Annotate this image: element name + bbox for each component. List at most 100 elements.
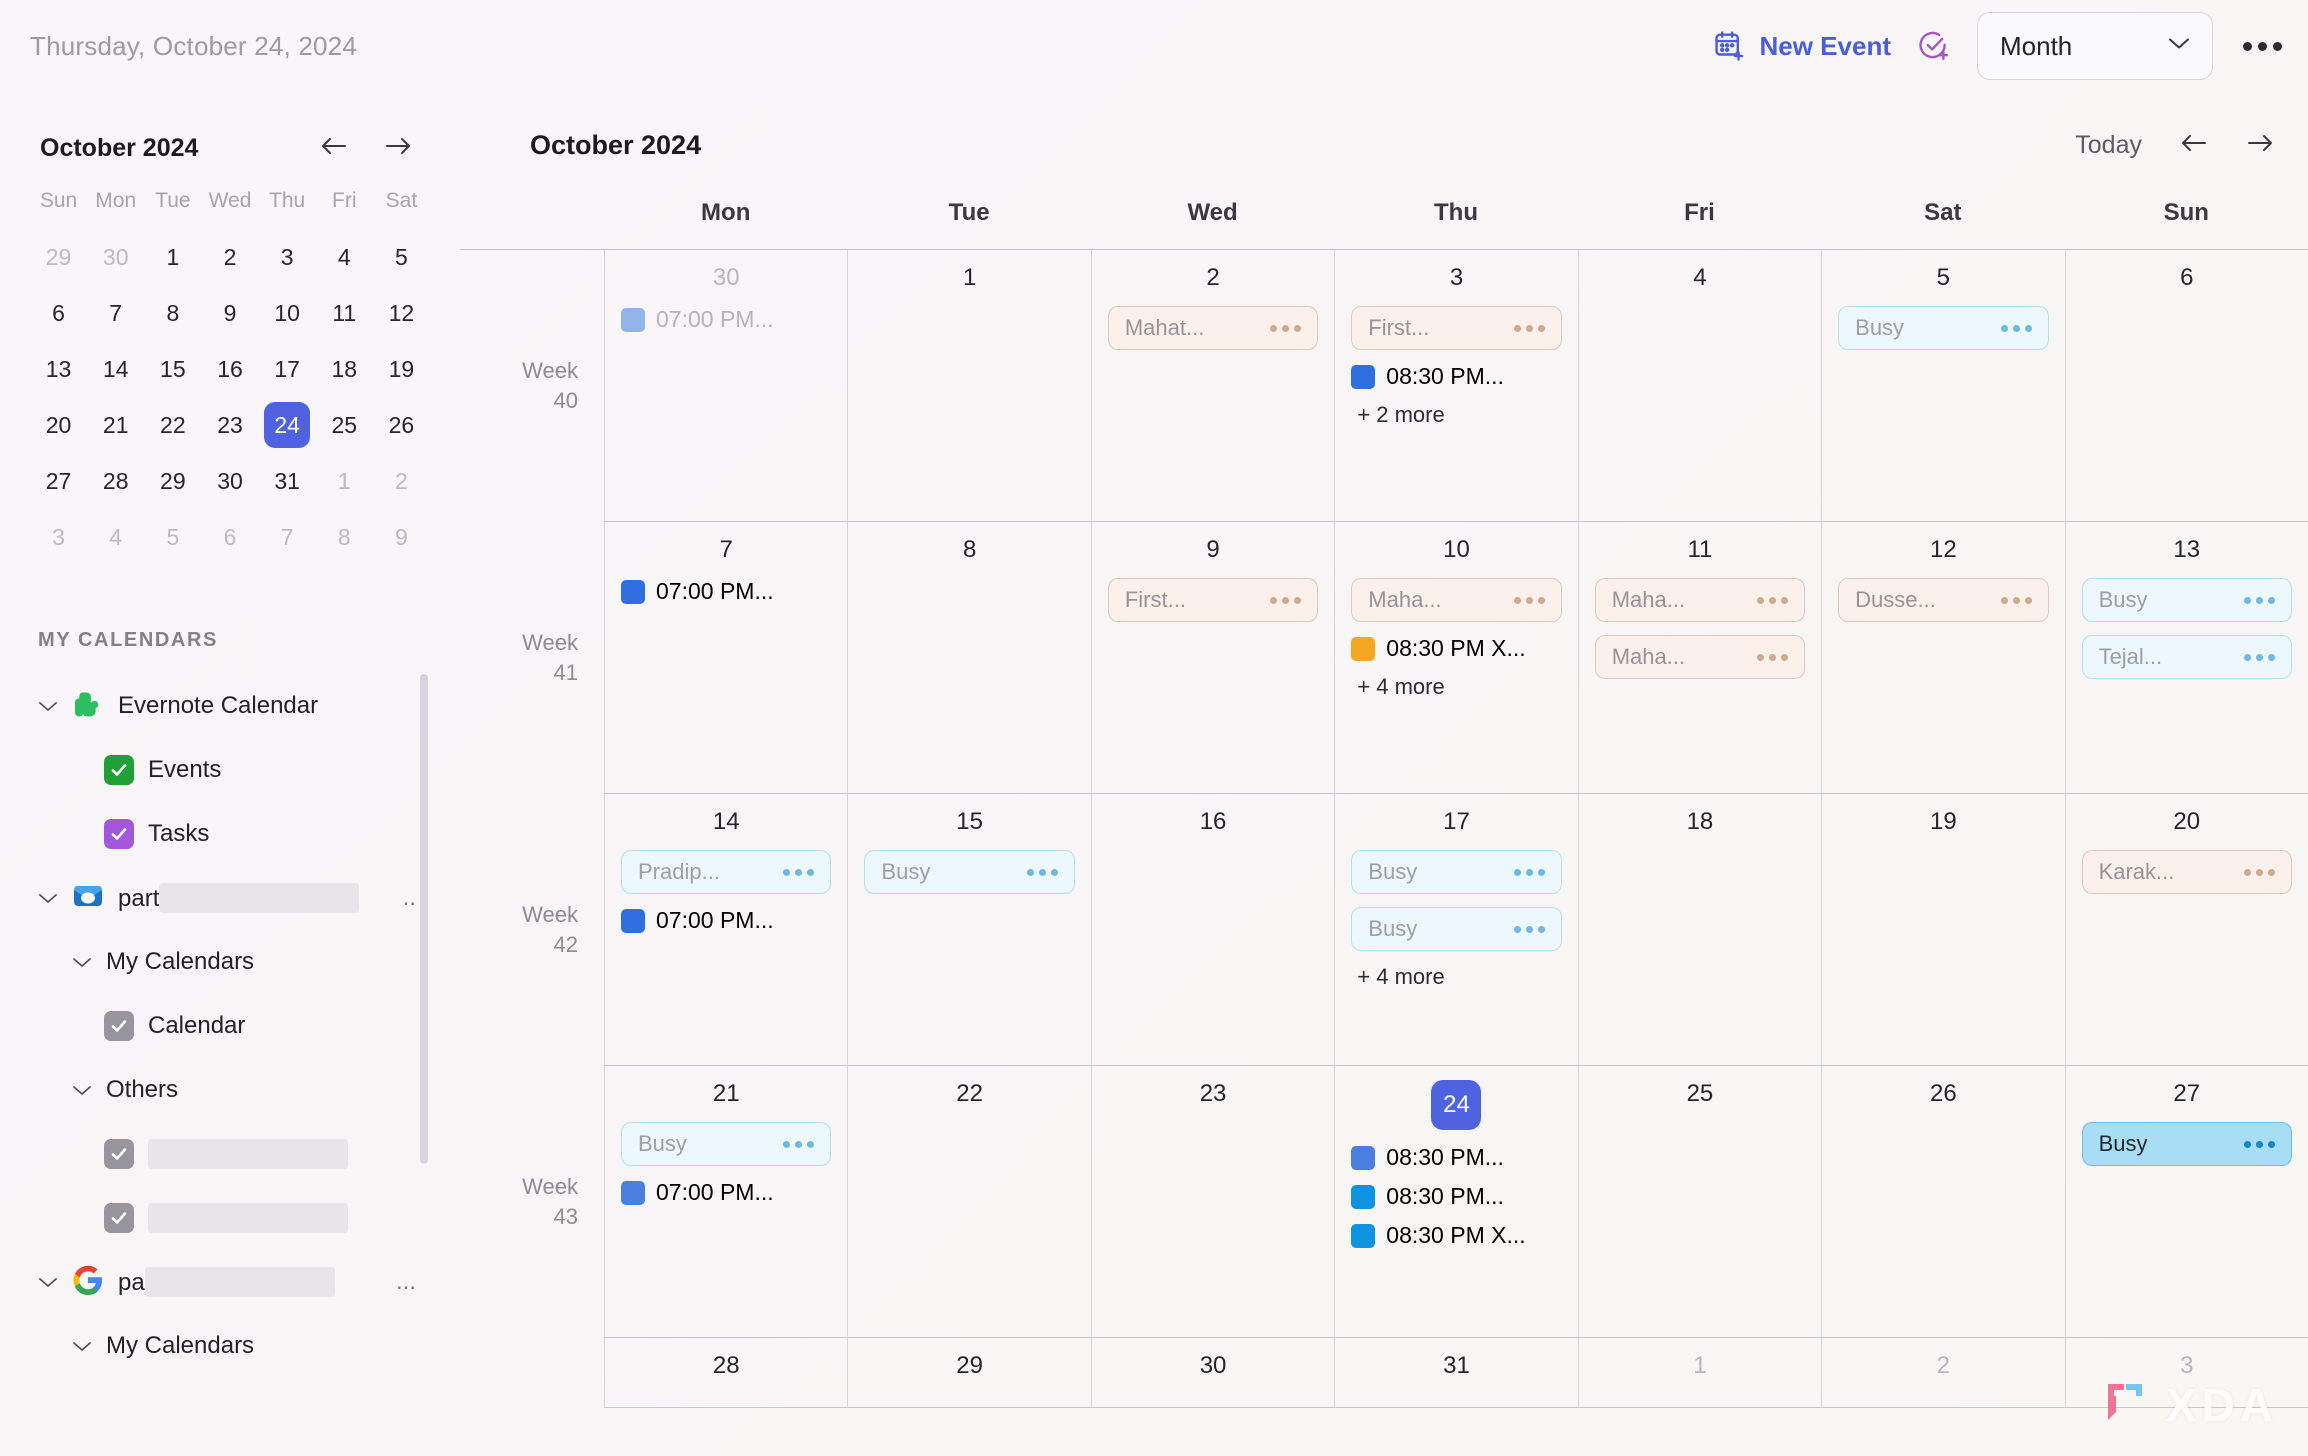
day-cell[interactable]: 11 Maha... Maha... [1577, 522, 1822, 794]
day-cell[interactable]: 25 [1577, 1066, 1822, 1338]
event-chip-more-icon[interactable] [1513, 925, 1545, 933]
new-event-button[interactable]: New Event [1713, 29, 1891, 63]
event-chip[interactable]: Tejal... [2081, 635, 2292, 679]
mini-calendar-day[interactable]: 19 [373, 341, 430, 397]
calendar-visibility-checkbox[interactable] [104, 1011, 134, 1041]
calendar-item-row[interactable]: Tasks [26, 802, 434, 866]
calendar-visibility-checkbox[interactable] [104, 1203, 134, 1233]
day-cell[interactable]: 29 [847, 1338, 1091, 1408]
event-chip-more-icon[interactable] [1513, 596, 1545, 604]
mini-calendar-day[interactable]: 5 [144, 509, 201, 565]
day-cell[interactable]: 10 Maha... 08:30 PM X... + 4 more [1334, 522, 1578, 794]
mini-calendar-day[interactable]: 15 [144, 341, 201, 397]
more-horizontal-icon[interactable] [2239, 32, 2286, 61]
day-cell[interactable]: 1 [1577, 1338, 1822, 1408]
calendar-account-row[interactable]: part.. [26, 866, 434, 930]
mini-calendar-day[interactable]: 1 [316, 453, 373, 509]
day-cell[interactable]: 3 First... 08:30 PM... + 2 more [1334, 250, 1578, 522]
event-chip[interactable]: First... [1351, 306, 1562, 350]
day-cell[interactable]: 30 [1090, 1338, 1335, 1408]
day-cell[interactable]: 17 Busy Busy + 4 more [1334, 794, 1578, 1066]
mini-calendar-day[interactable]: 10 [259, 285, 316, 341]
calendar-item-row[interactable] [26, 1122, 434, 1186]
event-chip[interactable]: Mahat... [1107, 306, 1319, 350]
mini-calendar-day[interactable]: 12 [373, 285, 430, 341]
event-chip[interactable]: Busy [621, 1122, 832, 1166]
mini-calendar-day[interactable]: 3 [30, 509, 87, 565]
event-chip-more-icon[interactable] [2244, 868, 2275, 876]
event-item[interactable]: 07:00 PM... [621, 1179, 831, 1206]
day-cell[interactable]: 21 Busy 07:00 PM... [604, 1066, 848, 1338]
event-chip[interactable]: Busy [864, 850, 1075, 894]
mini-calendar-day[interactable]: 6 [30, 285, 87, 341]
event-chip-more-icon[interactable] [2244, 653, 2275, 661]
mini-calendar-day[interactable]: 13 [30, 341, 87, 397]
day-cell[interactable]: 1 [847, 250, 1091, 522]
mini-calendar-day[interactable]: 21 [87, 397, 144, 453]
day-cell[interactable]: 27 Busy [2064, 1066, 2308, 1338]
mini-calendar-day[interactable]: 5 [373, 229, 430, 285]
mini-calendar-day[interactable]: 27 [30, 453, 87, 509]
arrow-right-icon[interactable] [2246, 131, 2274, 160]
mini-calendar-day[interactable]: 11 [316, 285, 373, 341]
day-cell[interactable]: 28 [604, 1338, 848, 1408]
event-chip-more-icon[interactable] [2244, 596, 2275, 604]
day-cell[interactable]: 20 Karak... [2064, 794, 2308, 1066]
event-chip[interactable]: First... [1107, 578, 1319, 622]
event-item[interactable]: 07:00 PM... [621, 578, 831, 605]
mini-calendar-day[interactable]: 14 [87, 341, 144, 397]
mini-calendar-day[interactable]: 6 [201, 509, 258, 565]
mini-calendar-day[interactable]: 20 [30, 397, 87, 453]
event-chip-more-icon[interactable] [783, 868, 815, 876]
account-overflow-menu[interactable]: ... [396, 1268, 434, 1296]
day-cell[interactable]: 8 [847, 522, 1091, 794]
event-item[interactable]: 08:30 PM X... [1351, 1222, 1561, 1249]
day-cell[interactable]: 16 [1090, 794, 1335, 1066]
arrow-left-icon[interactable] [320, 134, 348, 163]
mini-calendar-day[interactable]: 8 [144, 285, 201, 341]
mini-calendar-day[interactable]: 4 [87, 509, 144, 565]
day-cell[interactable]: 22 [847, 1066, 1091, 1338]
arrow-left-icon[interactable] [2180, 131, 2208, 160]
mini-calendar-day[interactable]: 25 [316, 397, 373, 453]
day-cell[interactable]: 19 [1821, 794, 2065, 1066]
day-cell[interactable]: 15 Busy [847, 794, 1091, 1066]
mini-calendar-day[interactable]: 7 [87, 285, 144, 341]
event-chip[interactable]: Pradip... [621, 850, 832, 894]
mini-calendar-day[interactable]: 1 [144, 229, 201, 285]
event-item[interactable]: 07:00 PM... [621, 907, 831, 934]
day-cell[interactable]: 13 Busy Tejal... [2064, 522, 2308, 794]
day-cell[interactable]: 9 First... [1090, 522, 1335, 794]
day-cell[interactable]: 2 Mahat... [1090, 250, 1335, 522]
event-chip[interactable]: Busy [2081, 1122, 2292, 1166]
event-chip-more-icon[interactable] [2244, 1140, 2275, 1148]
event-chip-more-icon[interactable] [1270, 324, 1302, 332]
mini-calendar-day[interactable]: 2 [201, 229, 258, 285]
event-item[interactable]: 07:00 PM... [621, 306, 831, 333]
calendar-group-row[interactable]: My Calendars [26, 1314, 434, 1378]
mini-calendar-day[interactable]: 23 [201, 397, 258, 453]
more-events-link[interactable]: + 2 more [1351, 402, 1561, 428]
day-cell[interactable]: 4 [1577, 250, 1822, 522]
day-cell[interactable]: 24 08:30 PM... 08:30 PM... 08:30 PM X... [1334, 1066, 1578, 1338]
day-cell[interactable]: 5 Busy [1821, 250, 2065, 522]
mini-calendar-day[interactable]: 29 [144, 453, 201, 509]
calendar-group-row[interactable]: My Calendars [26, 930, 434, 994]
event-item[interactable]: 08:30 PM X... [1351, 635, 1561, 662]
mini-calendar-day[interactable]: 7 [259, 509, 316, 565]
event-chip-more-icon[interactable] [783, 1140, 815, 1148]
day-cell[interactable]: 12 Dusse... [1821, 522, 2065, 794]
event-chip[interactable]: Maha... [1351, 578, 1562, 622]
day-cell[interactable]: 14 Pradip... 07:00 PM... [604, 794, 848, 1066]
mini-calendar-day[interactable]: 18 [316, 341, 373, 397]
mini-calendar-day[interactable]: 2 [373, 453, 430, 509]
calendar-account-row[interactable]: pa... [26, 1250, 434, 1314]
more-events-link[interactable]: + 4 more [1351, 964, 1561, 990]
event-item[interactable]: 08:30 PM... [1351, 1144, 1561, 1171]
event-chip-more-icon[interactable] [1513, 324, 1545, 332]
event-chip-more-icon[interactable] [1513, 868, 1545, 876]
event-chip[interactable]: Busy [2081, 578, 2292, 622]
event-chip[interactable]: Maha... [1594, 635, 1806, 679]
event-item[interactable]: 08:30 PM... [1351, 1183, 1561, 1210]
mini-calendar-day[interactable]: 22 [144, 397, 201, 453]
